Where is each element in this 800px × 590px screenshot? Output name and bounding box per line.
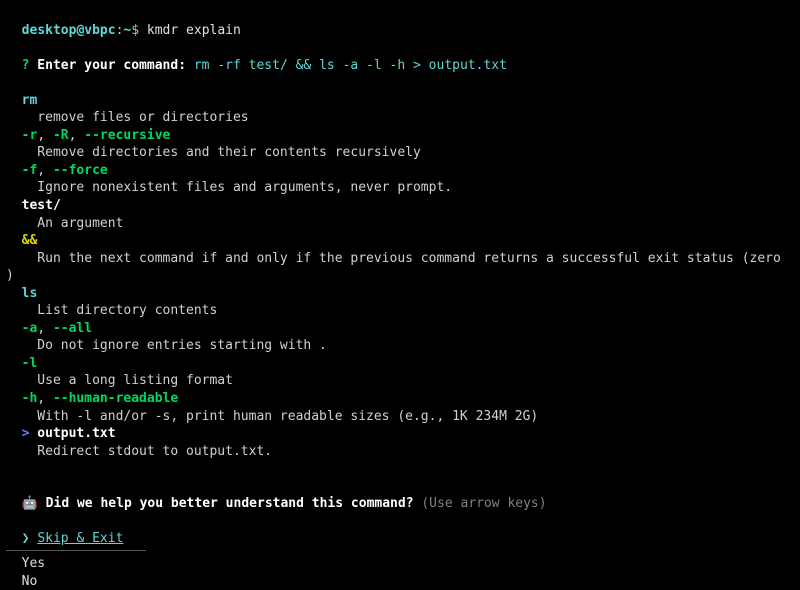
desc-recursive: Remove directories and their contents re… [6,144,794,162]
desc-and-part2: ) [6,267,794,285]
opt-all: --all [53,321,92,336]
cmd-name: rm [22,93,38,108]
divider [6,550,146,551]
desc-redirect: Redirect stdout to output.txt. [6,443,794,461]
blank-line [6,74,794,92]
sep: , [37,321,53,336]
opt-force: --force [53,163,108,178]
token-all: -a, --all [6,320,794,338]
feedback-hint: (Use arrow keys) [414,496,547,511]
desc-test: An argument [6,215,794,233]
feedback-option-no[interactable]: No [6,573,794,590]
op-and: && [22,233,38,248]
opt-a: -a [22,321,38,336]
token-redirect: > output.txt [6,425,794,443]
caret-icon: ❯ [22,531,38,546]
token-human: -h, --human-readable [6,390,794,408]
feedback-question: Did we help you better understand this c… [46,496,414,511]
opt-f: -f [22,163,38,178]
typed-command[interactable]: kmdr explain [147,23,241,38]
token-l: -l [6,355,794,373]
desc-l: Use a long listing format [6,372,794,390]
desc-force: Ignore nonexistent files and arguments, … [6,179,794,197]
opt-r: -r [22,128,38,143]
opt-recursive: --recursive [84,128,170,143]
redir-target: output.txt [37,426,115,441]
token-force: -f, --force [6,162,794,180]
token-rm: rm [6,92,794,110]
desc-all: Do not ignore entries starting with . [6,337,794,355]
desc-rm: remove files or directories [6,109,794,127]
token-ls: ls [6,285,794,303]
sep: , [37,391,53,406]
desc-and-part1: Run the next command if and only if the … [6,250,794,268]
feedback-selected[interactable]: Skip & Exit [37,531,123,546]
enter-command-label: Enter your command: [29,58,193,73]
blank-line [6,460,794,478]
opt-l: -l [22,356,38,371]
token-test: test/ [6,197,794,215]
sep: , [37,128,53,143]
prompt-host: vbpc [84,23,115,38]
enter-command-line: ? Enter your command: rm -rf test/ && ls… [6,39,794,74]
cmd-ls: ls [22,286,38,301]
token-and: && [6,232,794,250]
token-recursive: -r, -R, --recursive [6,127,794,145]
feedback-selected-line[interactable]: ❯ Skip & Exit [6,513,794,548]
desc-ls: List directory contents [6,302,794,320]
feedback-question-line: 🤖 Did we help you better understand this… [6,478,794,513]
prompt-dollar: $ [131,23,147,38]
desc-human: With -l and/or -s, print human readable … [6,408,794,426]
entered-command[interactable]: rm -rf test/ && ls -a -l -h > output.txt [194,58,507,73]
shell-prompt-line: desktop@vbpc:~$ kmdr explain [6,4,794,39]
opt-R: -R [53,128,69,143]
sep: , [37,163,53,178]
opt-human: --human-readable [53,391,178,406]
arg-test: test/ [22,198,61,213]
sep: , [69,128,85,143]
opt-h: -h [22,391,38,406]
robot-icon: 🤖 [22,496,38,511]
feedback-option-yes[interactable]: Yes [6,555,794,573]
prompt-user: desktop [22,23,77,38]
